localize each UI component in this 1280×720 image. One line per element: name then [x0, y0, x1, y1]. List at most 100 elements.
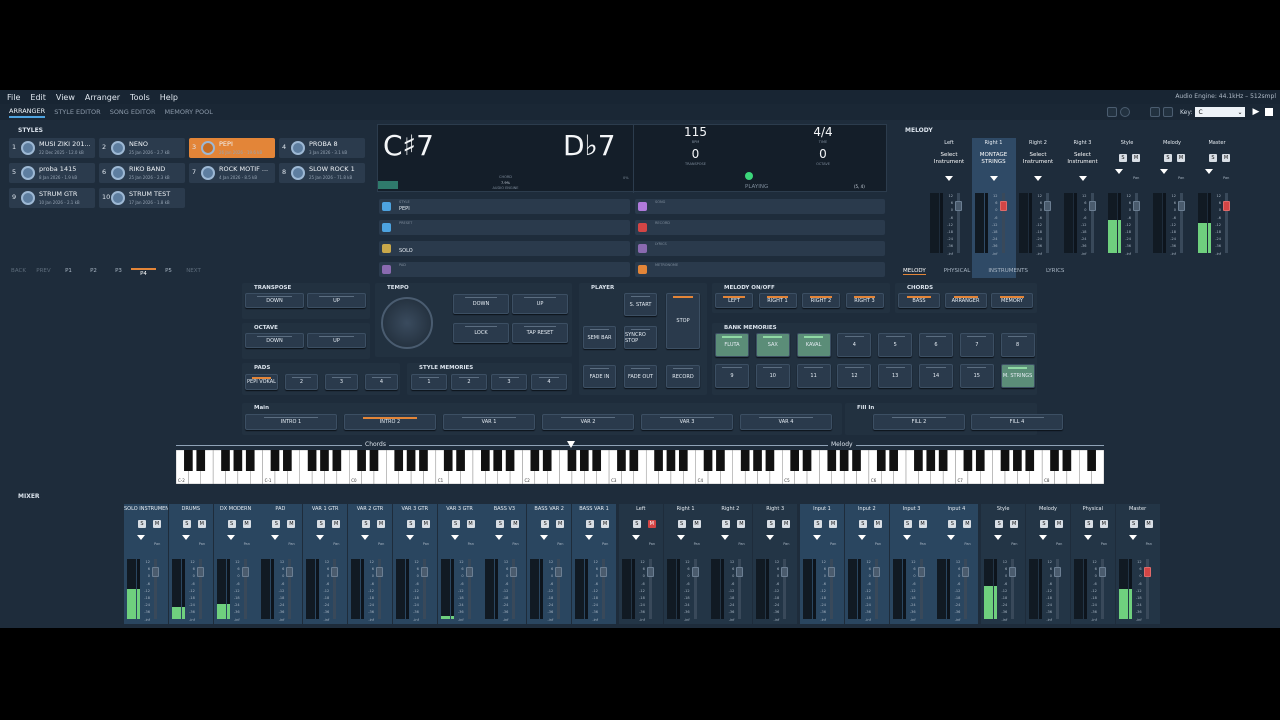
- melody-tab-melody[interactable]: MELODY: [903, 268, 926, 275]
- black-key[interactable]: [1087, 450, 1096, 471]
- black-key[interactable]: [963, 450, 973, 471]
- pad-3[interactable]: 3: [325, 374, 358, 390]
- bank-memory-12[interactable]: 12: [837, 364, 872, 388]
- pad-2[interactable]: 2: [285, 374, 318, 390]
- melody-tab-lyrics[interactable]: LYRICS: [1046, 268, 1064, 274]
- pan-arrow-icon[interactable]: [226, 535, 235, 540]
- black-key[interactable]: [975, 450, 985, 471]
- mute-button[interactable]: M: [782, 520, 791, 528]
- dropdown-arrow-icon[interactable]: [1078, 176, 1087, 181]
- bank-memory-kaval[interactable]: KAVAL: [796, 333, 831, 357]
- transpose-down-button[interactable]: DOWN: [245, 293, 304, 308]
- pan-arrow-icon[interactable]: [585, 535, 593, 540]
- library-icon[interactable]: [1150, 107, 1160, 117]
- bank-memory-fluta[interactable]: FLUTA: [715, 333, 749, 357]
- mute-button[interactable]: M: [737, 520, 746, 528]
- mute-button[interactable]: M: [647, 520, 656, 528]
- solo-button[interactable]: S: [1119, 154, 1127, 162]
- style-slot[interactable]: 6 RIKO BAND 25 Jan 2026 - 2.3 kB: [99, 163, 185, 183]
- black-key[interactable]: [666, 450, 676, 471]
- style-slot[interactable]: 3 PEPI 26 Jan 2026 - 19.6 kB: [189, 138, 275, 158]
- fader-knob[interactable]: [600, 567, 607, 577]
- melody-toggle-right-2[interactable]: RIGHT 2: [802, 293, 840, 308]
- black-key[interactable]: [369, 450, 379, 471]
- bank-memory-5[interactable]: 5: [878, 333, 913, 357]
- melody-tab-physical[interactable]: PHYSICAL: [944, 268, 971, 274]
- solo-button[interactable]: S: [995, 520, 1004, 528]
- mute-button[interactable]: M: [873, 520, 882, 528]
- black-key[interactable]: [307, 450, 317, 471]
- fader-knob[interactable]: [241, 567, 249, 577]
- bank-memory-8[interactable]: 8: [1000, 333, 1035, 357]
- fader-knob[interactable]: [872, 567, 880, 577]
- fader-knob[interactable]: [510, 567, 518, 577]
- bank-memory-9[interactable]: 9: [715, 364, 749, 388]
- fader-knob[interactable]: [196, 567, 204, 577]
- fade-in-button[interactable]: FADE IN: [583, 365, 616, 388]
- black-key[interactable]: [852, 450, 861, 471]
- black-key[interactable]: [394, 450, 404, 471]
- bank-memory-13[interactable]: 13: [878, 364, 913, 388]
- info-row[interactable]: STYLE PEPI: [379, 199, 630, 214]
- mute-button[interactable]: M: [377, 520, 385, 528]
- black-key[interactable]: [914, 450, 923, 471]
- pan-arrow-icon[interactable]: [1039, 535, 1047, 540]
- style-slot[interactable]: 10 STRUM TEST 17 Jan 2026 - 1.8 kB: [99, 188, 185, 208]
- black-key[interactable]: [332, 450, 342, 471]
- solo-button[interactable]: S: [677, 520, 686, 528]
- tab-arranger[interactable]: ARRANGER: [9, 107, 46, 118]
- solo-button[interactable]: S: [227, 520, 236, 528]
- fader-knob[interactable]: [999, 201, 1007, 211]
- pan-arrow-icon[interactable]: [721, 535, 730, 540]
- tempo-knob[interactable]: [381, 297, 433, 349]
- black-key[interactable]: [592, 450, 602, 471]
- solo-button[interactable]: S: [272, 520, 281, 528]
- pan-arrow-icon[interactable]: [316, 535, 325, 540]
- melody-toggle-right-3[interactable]: RIGHT 3: [845, 293, 884, 308]
- solo-button[interactable]: S: [451, 520, 460, 528]
- info-row[interactable]: SONG: [635, 199, 885, 214]
- fader-knob[interactable]: [1088, 201, 1096, 211]
- bank-memory-10[interactable]: 10: [755, 364, 790, 388]
- bank-memory-11[interactable]: 11: [796, 364, 831, 388]
- record-button[interactable]: RECORD: [666, 365, 700, 388]
- black-key[interactable]: [740, 450, 750, 471]
- black-key[interactable]: [1062, 450, 1072, 471]
- fader-knob[interactable]: [962, 567, 970, 577]
- mute-button[interactable]: M: [1055, 520, 1063, 528]
- solo-button[interactable]: S: [1209, 154, 1217, 162]
- chords-toggle-bass[interactable]: BASS: [898, 293, 940, 308]
- black-key[interactable]: [889, 450, 898, 471]
- solo-button[interactable]: S: [362, 520, 370, 528]
- pan-arrow-icon[interactable]: [902, 535, 911, 540]
- info-row[interactable]: PAD: [379, 262, 630, 277]
- solo-button[interactable]: S: [632, 520, 641, 528]
- mute-button[interactable]: M: [287, 520, 296, 528]
- melody-toggle-left[interactable]: LEFT: [715, 293, 753, 308]
- page-nav-back[interactable]: BACK: [6, 268, 31, 277]
- mute-button[interactable]: M: [1099, 520, 1108, 528]
- dropdown-arrow-icon[interactable]: [945, 176, 953, 181]
- mute-button[interactable]: M: [153, 520, 161, 528]
- transpose-up-button[interactable]: UP: [307, 293, 366, 308]
- fader-knob[interactable]: [828, 567, 835, 577]
- black-key[interactable]: [716, 450, 725, 471]
- fader-knob[interactable]: [1044, 201, 1051, 211]
- info-row[interactable]: SOLO: [379, 241, 630, 256]
- mute-button[interactable]: M: [242, 520, 251, 528]
- black-key[interactable]: [802, 450, 812, 471]
- mute-button[interactable]: M: [511, 520, 520, 528]
- instrument-select[interactable]: Select Instrument: [1064, 152, 1102, 165]
- tab-memory-pool[interactable]: MEMORY POOL: [165, 108, 213, 116]
- pan-arrow-icon[interactable]: [676, 535, 685, 540]
- semi-bar-button[interactable]: SEMI BAR: [583, 326, 616, 349]
- black-key[interactable]: [221, 450, 230, 471]
- black-key[interactable]: [827, 450, 837, 471]
- fill-fill-4[interactable]: FILL 4: [971, 414, 1063, 430]
- fade-out-button[interactable]: FADE OUT: [624, 365, 657, 388]
- black-key[interactable]: [493, 450, 503, 471]
- black-key[interactable]: [505, 450, 515, 471]
- black-key[interactable]: [1000, 450, 1010, 471]
- fader-knob[interactable]: [152, 567, 159, 577]
- black-key[interactable]: [579, 450, 589, 471]
